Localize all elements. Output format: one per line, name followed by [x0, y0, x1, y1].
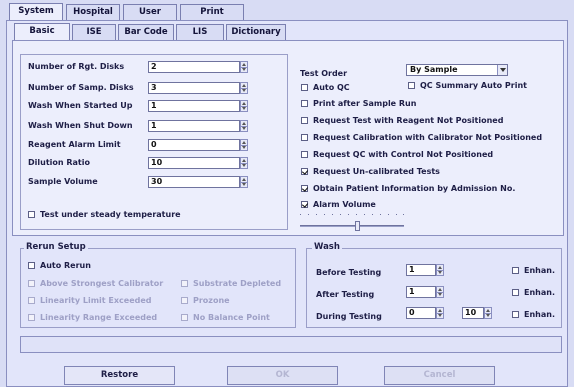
setting-label-wash-startup: Wash When Started Up: [28, 101, 133, 110]
setting-label-sample-volume: Sample Volume: [28, 177, 98, 186]
reagent-alarm-field[interactable]: 0: [148, 139, 240, 151]
wash-after-label: After Testing: [316, 290, 375, 299]
setting-label-samp-disks: Number of Samp. Disks: [28, 83, 134, 92]
print-after-run-checkbox[interactable]: [301, 100, 308, 107]
linearity-range-label: Linearity Range Exceeded: [40, 313, 158, 322]
tab-basic[interactable]: Basic: [14, 23, 70, 40]
tab-user[interactable]: User: [123, 4, 177, 20]
prozone-checkbox[interactable]: [181, 297, 188, 304]
alarm-volume-thumb[interactable]: [355, 221, 360, 231]
sample-volume-spinner[interactable]: [240, 176, 248, 188]
wash-before-enhan-checkbox[interactable]: [512, 267, 519, 274]
wash-before-field[interactable]: 1: [406, 264, 436, 276]
obtain-patient-info-checkbox[interactable]: [301, 185, 308, 192]
auto-qc-checkbox[interactable]: [301, 84, 308, 91]
wash-before-enhan-label: Enhan.: [524, 266, 555, 275]
linearity-limit-checkbox[interactable]: [28, 297, 35, 304]
setting-label-reagent-alarm: Reagent Alarm Limit: [28, 140, 121, 149]
sample-volume-field[interactable]: 30: [148, 176, 240, 188]
req-test-reagent-label: Request Test with Reagent Not Positioned: [313, 116, 504, 125]
tab-lis[interactable]: LIS: [176, 24, 224, 40]
obtain-patient-info-label: Obtain Patient Information by Admission …: [313, 184, 516, 193]
dilution-ratio-spinner[interactable]: [240, 157, 248, 169]
reagent-alarm-spinner[interactable]: [240, 139, 248, 151]
wash-title: Wash: [312, 242, 342, 252]
auto-rerun-checkbox[interactable]: [28, 262, 35, 269]
req-qc-label: Request QC with Control Not Positioned: [313, 150, 494, 159]
rgt-disks-spinner[interactable]: [240, 61, 248, 73]
tab-hospital[interactable]: Hospital: [66, 4, 120, 20]
wash-shutdown-field[interactable]: 1: [148, 120, 240, 132]
test-order-value: By Sample: [410, 65, 458, 74]
samp-disks-field[interactable]: 3: [148, 82, 240, 94]
prozone-label: Prozone: [193, 296, 230, 305]
above-strongest-label: Above Strongest Calibrator: [40, 279, 164, 288]
chevron-down-icon: [497, 65, 507, 75]
linearity-limit-label: Linearity Limit Exceeded: [40, 296, 152, 305]
wash-startup-field[interactable]: 1: [148, 100, 240, 112]
alarm-volume-ticks: [300, 214, 404, 217]
qc-summary-checkbox[interactable]: [408, 82, 415, 89]
req-calibration-checkbox[interactable]: [301, 134, 308, 141]
above-strongest-checkbox[interactable]: [28, 280, 35, 287]
alarm-volume-track[interactable]: [300, 225, 404, 227]
restore-button[interactable]: Restore: [64, 366, 175, 385]
tab-print[interactable]: Print: [180, 4, 244, 20]
no-balance-point-checkbox[interactable]: [181, 314, 188, 321]
wash-during-spinner[interactable]: [436, 307, 444, 319]
alarm-volume-checkbox[interactable]: [301, 201, 308, 208]
status-bar: [20, 336, 562, 353]
cancel-button[interactable]: Cancel: [384, 366, 495, 385]
auto-rerun-label: Auto Rerun: [40, 261, 91, 270]
tab-dictionary[interactable]: Dictionary: [226, 24, 286, 40]
no-balance-point-label: No Balance Point: [193, 313, 270, 322]
rerun-setup-title: Rerun Setup: [24, 242, 88, 252]
wash-before-label: Before Testing: [316, 268, 382, 277]
samp-disks-spinner[interactable]: [240, 82, 248, 94]
tab-ise[interactable]: ISE: [72, 24, 116, 40]
ok-button[interactable]: OK: [227, 366, 338, 385]
wash-during-label: During Testing: [316, 312, 382, 321]
wash-after-field[interactable]: 1: [406, 286, 436, 298]
wash-during-enhan-checkbox[interactable]: [512, 311, 519, 318]
wash-during-interval-spinner[interactable]: [484, 307, 492, 319]
req-test-reagent-checkbox[interactable]: [301, 117, 308, 124]
wash-startup-spinner[interactable]: [240, 100, 248, 112]
setting-label-dilution-ratio: Dilution Ratio: [28, 158, 90, 167]
test-order-select[interactable]: By Sample: [406, 64, 508, 76]
wash-after-enhan-checkbox[interactable]: [512, 289, 519, 296]
wash-during-field[interactable]: 0: [406, 307, 436, 319]
steady-temp-checkbox[interactable]: [28, 211, 35, 218]
tab-system[interactable]: System: [9, 3, 63, 20]
setting-label-wash-shutdown: Wash When Shut Down: [28, 121, 133, 130]
wash-after-enhan-label: Enhan.: [524, 288, 555, 297]
wash-during-interval-field[interactable]: 10: [462, 307, 484, 319]
alarm-volume-label: Alarm Volume: [313, 200, 376, 209]
rgt-disks-field[interactable]: 2: [148, 61, 240, 73]
linearity-range-checkbox[interactable]: [28, 314, 35, 321]
print-after-run-label: Print after Sample Run: [313, 99, 417, 108]
setting-label-rgt-disks: Number of Rgt. Disks: [28, 62, 125, 71]
wash-after-spinner[interactable]: [436, 286, 444, 298]
wash-shutdown-spinner[interactable]: [240, 120, 248, 132]
wash-before-spinner[interactable]: [436, 264, 444, 276]
steady-temp-label: Test under steady temperature: [40, 210, 181, 219]
dilution-ratio-field[interactable]: 10: [148, 157, 240, 169]
tab-bar-code[interactable]: Bar Code: [118, 24, 174, 40]
substrate-depleted-label: Substrate Depleted: [193, 279, 282, 288]
req-calibration-label: Request Calibration with Calibrator Not …: [313, 133, 543, 142]
test-order-label: Test Order: [300, 69, 348, 78]
wash-during-enhan-label: Enhan.: [524, 310, 555, 319]
req-uncalibrated-label: Request Un-calibrated Tests: [313, 167, 440, 176]
req-qc-checkbox[interactable]: [301, 151, 308, 158]
auto-qc-label: Auto QC: [313, 83, 350, 92]
req-uncalibrated-checkbox[interactable]: [301, 168, 308, 175]
qc-summary-label: QC Summary Auto Print: [420, 81, 527, 90]
substrate-depleted-checkbox[interactable]: [181, 280, 188, 287]
